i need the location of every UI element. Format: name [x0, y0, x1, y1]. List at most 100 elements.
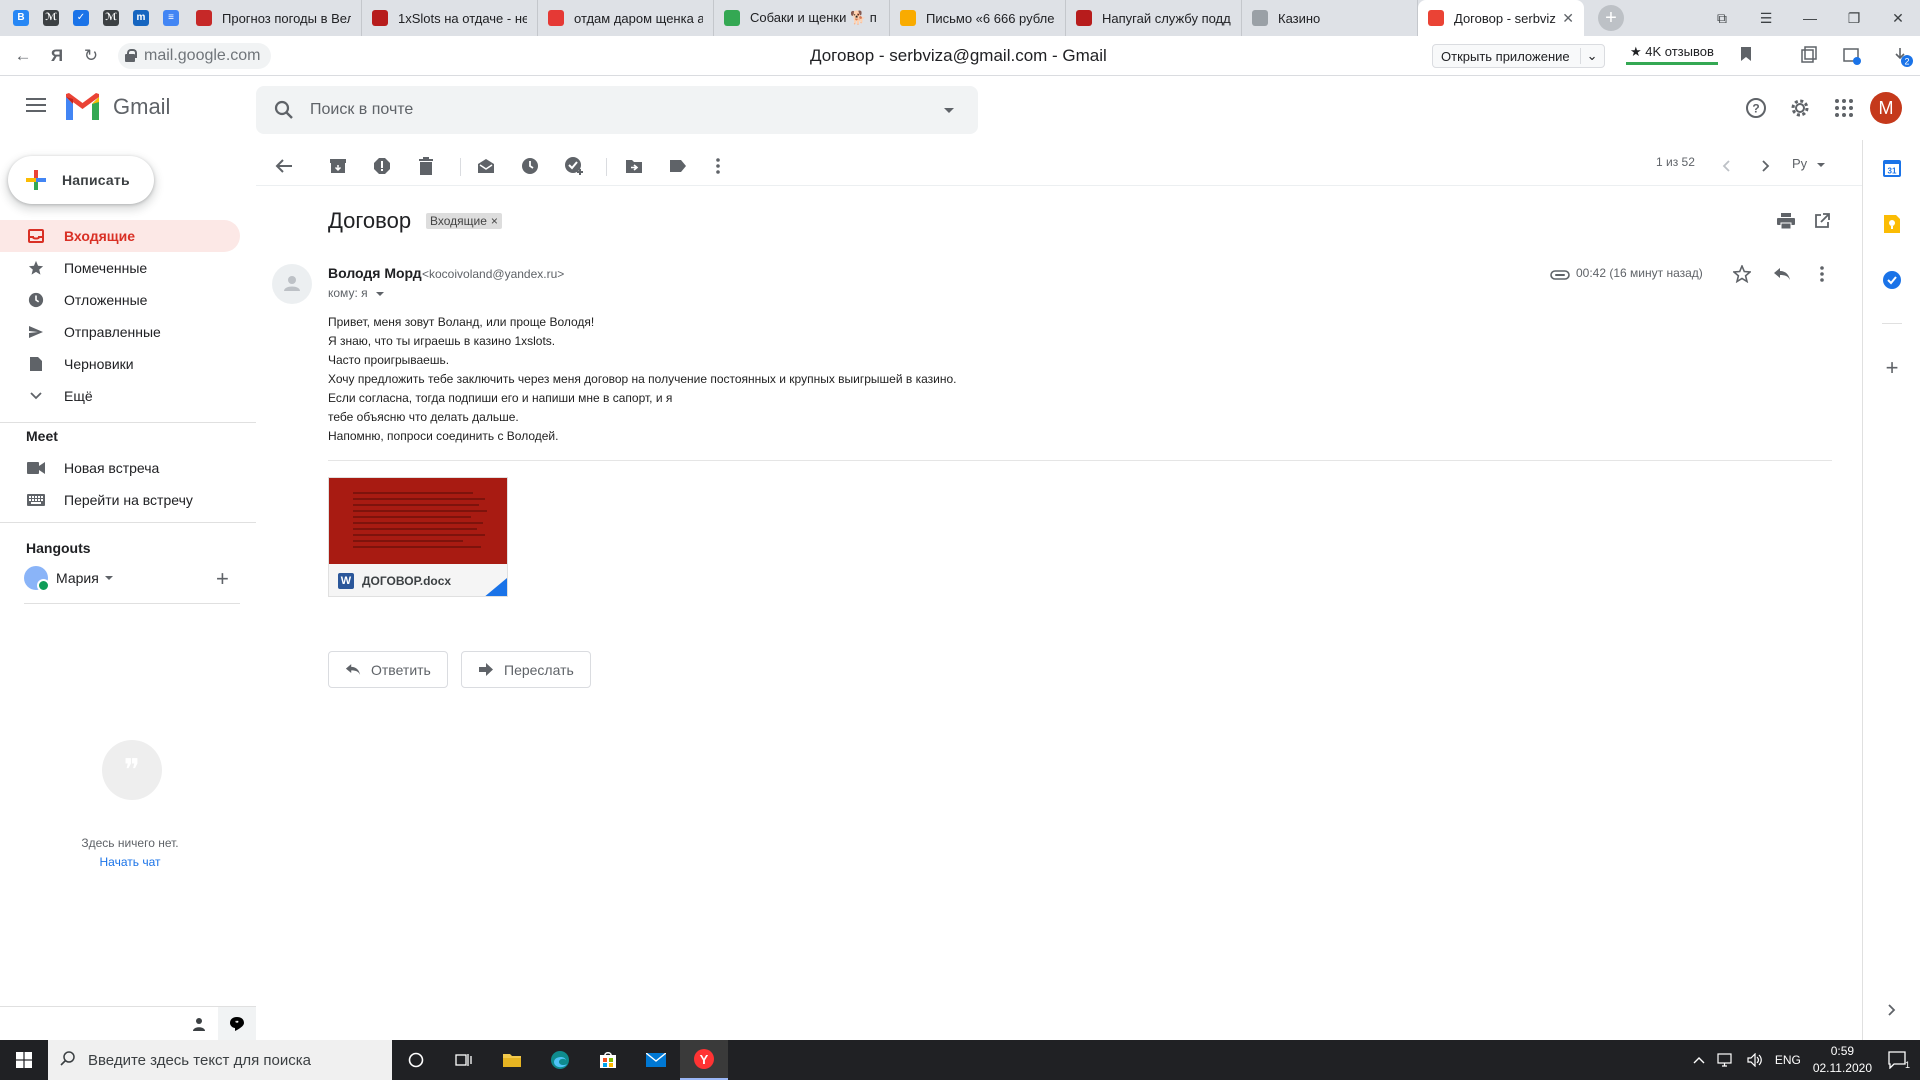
notification-center-icon[interactable]: 1: [1888, 1051, 1910, 1069]
reviews-badge[interactable]: ★ 4K отзывов: [1626, 42, 1718, 65]
hangouts-user[interactable]: Мария: [24, 566, 113, 592]
open-in-new-window-icon[interactable]: [1810, 209, 1834, 233]
mail-app-icon[interactable]: [632, 1040, 680, 1080]
search-input[interactable]: Поиск в почте: [310, 101, 944, 119]
label-icon[interactable]: [666, 154, 690, 178]
extension-icon[interactable]: [1842, 46, 1862, 71]
browser-tab[interactable]: отдам даром щенка а: [538, 0, 714, 36]
reply-button[interactable]: Ответить: [328, 651, 448, 688]
yandex-icon[interactable]: Я: [40, 46, 74, 66]
more-vert-icon[interactable]: [706, 154, 730, 178]
reload-icon[interactable]: ↻: [74, 46, 108, 66]
browser-tab[interactable]: Казино: [1242, 0, 1418, 36]
snooze-clock-icon[interactable]: [518, 154, 542, 178]
meet-new-meeting[interactable]: Новая встреча: [26, 452, 159, 484]
chevron-down-icon[interactable]: [104, 576, 113, 580]
tasks-icon[interactable]: [1882, 270, 1902, 290]
attachment-card[interactable]: W ДОГОВОР.docx: [328, 477, 508, 597]
edge-browser-icon[interactable]: [536, 1040, 584, 1080]
remove-label-icon[interactable]: ×: [491, 214, 498, 228]
browser-tab[interactable]: 1xSlots на отдаче - не: [362, 0, 538, 36]
volume-icon[interactable]: [1747, 1053, 1763, 1067]
tabs-menu-icon[interactable]: ⧉: [1700, 0, 1744, 36]
message-more-vert-icon[interactable]: [1810, 262, 1834, 286]
print-icon[interactable]: [1774, 209, 1798, 233]
chevron-down-icon[interactable]: [1816, 162, 1825, 167]
gmail-logo[interactable]: Gmail: [64, 93, 170, 121]
pinned-tab-5[interactable]: m: [126, 0, 156, 36]
browser-tab[interactable]: Напугай службу подд: [1066, 0, 1242, 36]
open-app-button[interactable]: Открыть приложение ⌄: [1432, 44, 1605, 68]
store-icon[interactable]: [584, 1040, 632, 1080]
get-addons-plus-icon[interactable]: +: [1882, 355, 1902, 380]
maximize-button[interactable]: ❐: [1832, 0, 1876, 36]
star-icon[interactable]: [1730, 262, 1754, 286]
settings-gear-icon[interactable]: [1778, 88, 1822, 128]
browser-tab-active[interactable]: Договор - serbviza@ ✕: [1418, 0, 1584, 36]
chevron-down-icon[interactable]: ⌄: [1579, 48, 1598, 64]
move-to-icon[interactable]: [622, 154, 646, 178]
back-arrow-icon[interactable]: [272, 154, 296, 178]
windows-start-icon[interactable]: [0, 1040, 48, 1080]
close-tab-icon[interactable]: ✕: [1562, 10, 1574, 27]
url-field[interactable]: mail.google.com: [118, 42, 271, 69]
nav-item-0[interactable]: Входящие: [0, 220, 240, 252]
new-tab-button[interactable]: +: [1598, 5, 1624, 31]
pinned-tab-2[interactable]: ℳ: [36, 0, 66, 36]
newer-chevron-left-icon[interactable]: [1714, 154, 1738, 178]
archive-icon[interactable]: [326, 154, 350, 178]
sender-name[interactable]: Володя Морд: [328, 265, 422, 281]
yandex-browser-taskbar-icon[interactable]: Y: [680, 1040, 728, 1080]
report-spam-icon[interactable]: [370, 154, 394, 178]
back-arrow-icon[interactable]: ←: [6, 46, 40, 66]
file-explorer-icon[interactable]: [488, 1040, 536, 1080]
older-chevron-right-icon[interactable]: [1754, 154, 1778, 178]
bookmark-icon[interactable]: [1740, 46, 1752, 67]
show-details-icon[interactable]: [375, 291, 384, 296]
search-icon[interactable]: [272, 98, 296, 122]
input-language[interactable]: ENG: [1775, 1053, 1801, 1067]
delete-icon[interactable]: [414, 154, 438, 178]
contacts-icon[interactable]: [180, 1007, 218, 1040]
recipient-line[interactable]: кому: я: [328, 286, 384, 300]
calendar-icon[interactable]: 31: [1882, 158, 1902, 178]
nav-item-3[interactable]: Отправленные: [0, 316, 240, 348]
pinned-tab-3[interactable]: ✓: [66, 0, 96, 36]
compose-button[interactable]: Написать: [8, 156, 154, 204]
cortana-icon[interactable]: [392, 1040, 440, 1080]
nav-item-5[interactable]: Ещё: [0, 380, 240, 412]
nav-item-4[interactable]: Черновики: [0, 348, 240, 380]
network-icon[interactable]: [1717, 1053, 1735, 1067]
search-options-icon[interactable]: [944, 107, 954, 113]
apps-grid-icon[interactable]: [1822, 88, 1866, 128]
add-contact-icon[interactable]: +: [216, 568, 229, 590]
forward-button[interactable]: Переслать: [461, 651, 591, 688]
main-menu-icon[interactable]: [26, 98, 46, 112]
pinned-tab-4[interactable]: ℳ: [96, 0, 126, 36]
browser-menu-icon[interactable]: ☰: [1744, 0, 1788, 36]
browser-tab[interactable]: Письмо «6 666 рублей: [890, 0, 1066, 36]
meet-join-meeting[interactable]: Перейти на встречу: [26, 484, 193, 516]
task-view-icon[interactable]: [440, 1040, 488, 1080]
keep-icon[interactable]: [1882, 214, 1902, 234]
start-chat-link[interactable]: Начать чат: [60, 855, 200, 869]
account-avatar[interactable]: M: [1870, 92, 1902, 124]
chevron-up-icon[interactable]: [1693, 1056, 1705, 1064]
collections-icon[interactable]: [1800, 46, 1818, 69]
taskbar-search-input[interactable]: Введите здесь текст для поиска: [48, 1040, 392, 1080]
browser-tab[interactable]: Собаки и щенки 🐕 п: [714, 0, 890, 36]
reply-icon[interactable]: [1770, 262, 1794, 286]
hide-panel-chevron-icon[interactable]: [1882, 1000, 1902, 1020]
input-tools-select[interactable]: Ру: [1792, 156, 1825, 171]
pinned-tab-docs[interactable]: ≡: [156, 0, 186, 36]
downloads-icon[interactable]: 2: [1892, 46, 1914, 73]
mail-search-bar[interactable]: Поиск в почте: [256, 86, 978, 134]
help-icon[interactable]: ?: [1734, 88, 1778, 128]
minimize-button[interactable]: —: [1788, 0, 1832, 36]
nav-item-2[interactable]: Отложенные: [0, 284, 240, 316]
nav-item-1[interactable]: Помеченные: [0, 252, 240, 284]
pinned-tab-vk[interactable]: В: [6, 0, 36, 36]
close-window-button[interactable]: ✕: [1876, 0, 1920, 36]
browser-tab[interactable]: Прогноз погоды в Вел: [186, 0, 362, 36]
taskbar-clock[interactable]: 0:59 02.11.2020: [1813, 1043, 1872, 1077]
